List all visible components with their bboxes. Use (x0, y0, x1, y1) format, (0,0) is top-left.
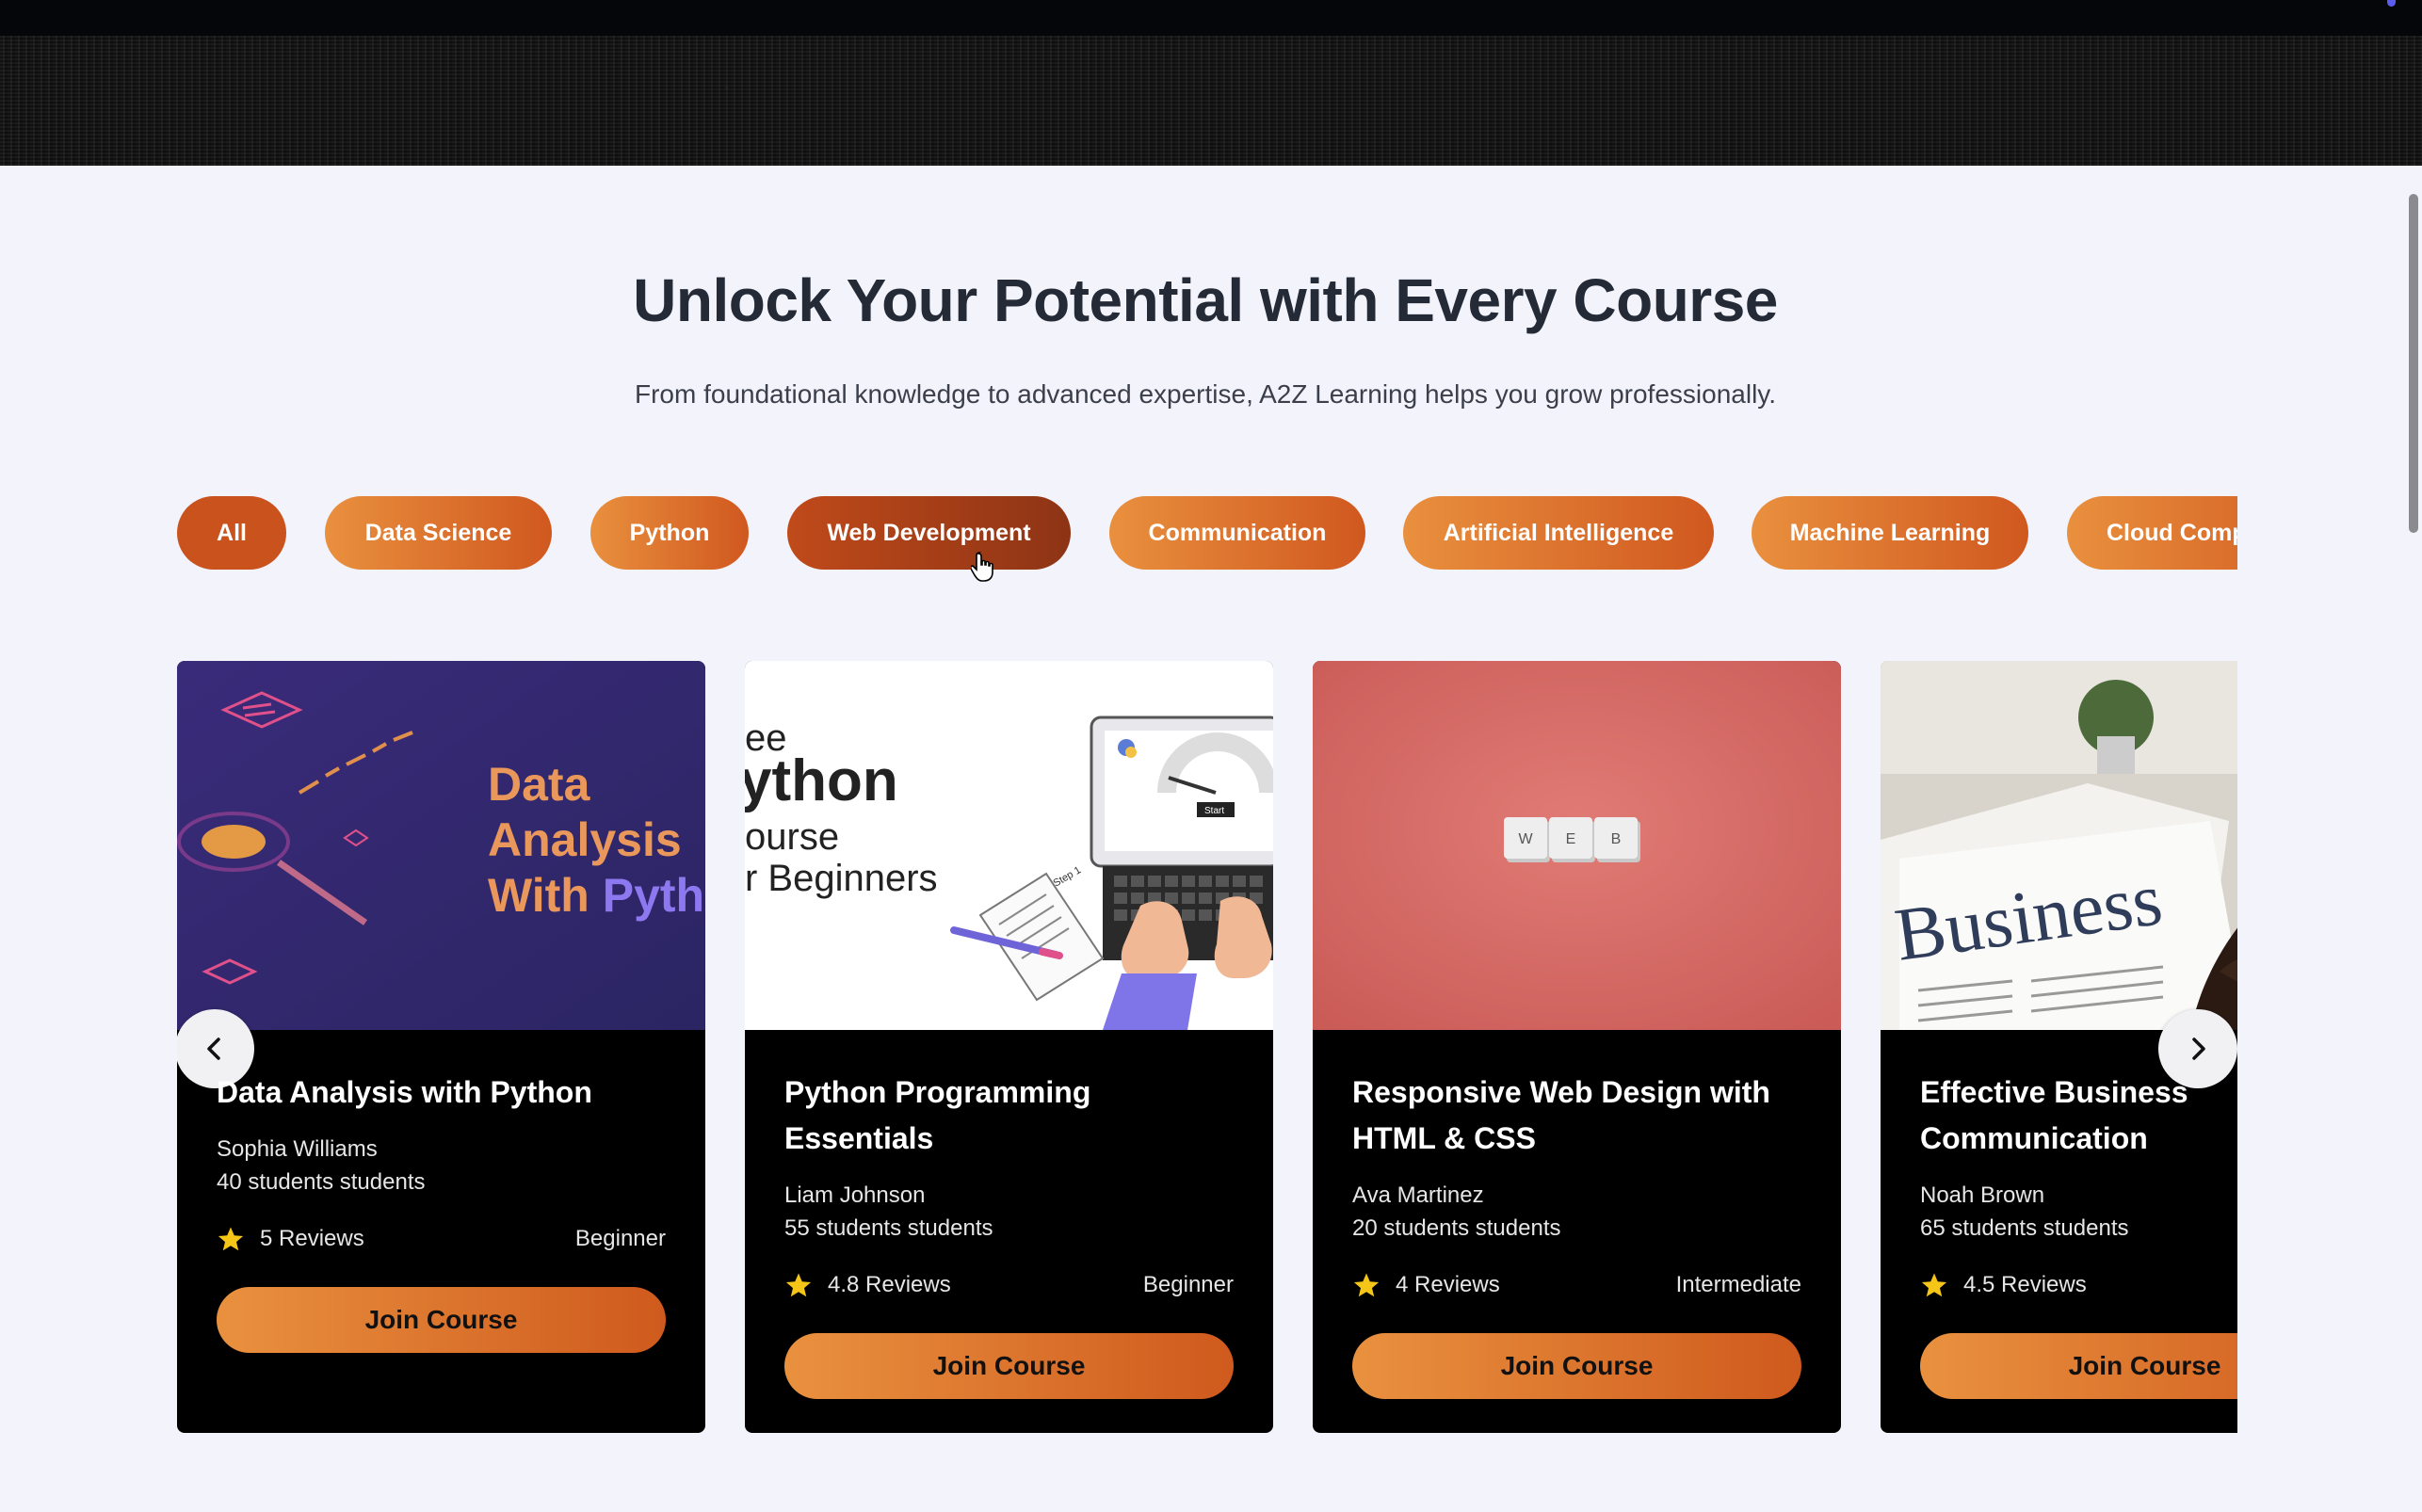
filter-all-button[interactable]: All (177, 496, 286, 570)
hero-banner-bottom (0, 36, 2422, 166)
scrollbar[interactable] (2403, 166, 2422, 1512)
image-caption: B (1611, 831, 1622, 847)
course-image-data-analysis: Data Analysis With Python (177, 661, 705, 1030)
join-course-button[interactable]: Join Course (1920, 1333, 2237, 1399)
student-count: 65 students students (1920, 1215, 2129, 1241)
filter-web-development-button[interactable]: Web Development (787, 496, 1071, 570)
course-carousel: Data Analysis With Python Data Analysis … (177, 661, 2237, 1433)
image-caption: r Beginners (745, 858, 938, 899)
star-icon (785, 1273, 812, 1297)
svg-text:With Python: With Python (488, 869, 705, 922)
filter-python-button[interactable]: Python (590, 496, 749, 570)
join-course-button[interactable]: Join Course (1352, 1333, 1801, 1399)
image-caption: Start (1204, 806, 1224, 816)
course-card: W E B Responsive Web Design with HTML & … (1313, 661, 1841, 1433)
level-badge: Intermediate (1675, 1272, 1801, 1297)
instructor-name: Sophia Williams (217, 1136, 378, 1162)
image-caption: Analysis (488, 813, 682, 866)
join-course-button[interactable]: Join Course (217, 1287, 666, 1353)
student-count: 20 students students (1352, 1215, 1561, 1241)
filter-cloud-computing-button[interactable]: Cloud Computing (2067, 496, 2237, 570)
image-caption: Data (488, 758, 591, 811)
section-subtitle: From foundational knowledge to advanced … (635, 379, 1776, 409)
course-image-web-design: W E B (1313, 661, 1841, 1030)
level-badge: Beginner (574, 1226, 666, 1251)
student-count: 55 students students (784, 1215, 993, 1241)
image-caption: With (488, 869, 603, 922)
review-count: 5 Reviews (260, 1226, 364, 1251)
course-card-body: Python Programming Essentials Liam Johns… (784, 1030, 1234, 1399)
filter-machine-learning-button[interactable]: Machine Learning (1752, 496, 2028, 570)
image-caption: E (1566, 831, 1576, 847)
course-card-body: Responsive Web Design with HTML & CSS Av… (1352, 1030, 1801, 1399)
hand-cursor-icon (971, 552, 993, 582)
carousel-next-button[interactable] (2158, 1009, 2237, 1088)
course-card: Data Analysis With Python Data Analysis … (177, 661, 705, 1433)
chevron-right-icon (2192, 1037, 2205, 1060)
course-card-body: Data Analysis with Python Sophia William… (217, 1030, 666, 1353)
image-caption: ourse (745, 816, 839, 858)
review-count: 4.5 Reviews (1963, 1272, 2087, 1297)
join-course-button[interactable]: Join Course (784, 1333, 1234, 1399)
instructor-name: Liam Johnson (784, 1182, 926, 1208)
course-title[interactable]: Python Programming Essentials (784, 1070, 1234, 1162)
image-caption: Python (603, 869, 705, 922)
image-caption: W (1518, 831, 1533, 847)
review-count: 4 Reviews (1396, 1272, 1500, 1297)
filter-artificial-intelligence-button[interactable]: Artificial Intelligence (1403, 496, 1714, 570)
filter-data-science-button[interactable]: Data Science (325, 496, 552, 570)
star-icon (218, 1227, 244, 1251)
top-bar (0, 0, 2422, 36)
instructor-name: Noah Brown (1920, 1182, 2045, 1208)
category-filter-bar: All Data Science Python Web Development … (177, 496, 2237, 570)
image-caption: ython (745, 748, 898, 813)
star-icon (1353, 1273, 1380, 1297)
scrollbar-thumb[interactable] (2409, 194, 2418, 533)
student-count: 40 students students (217, 1169, 426, 1195)
filter-communication-button[interactable]: Communication (1109, 496, 1365, 570)
star-icon (1921, 1273, 1947, 1297)
instructor-name: Ava Martinez (1352, 1182, 1484, 1208)
course-image-python: ee ython ourse r Beginners Start Step 1 (745, 661, 1273, 1030)
course-card: ee ython ourse r Beginners Start Step 1 … (745, 661, 1273, 1433)
course-title[interactable]: Responsive Web Design with HTML & CSS (1352, 1070, 1801, 1162)
review-count: 4.8 Reviews (828, 1272, 951, 1297)
indicator-dot (2387, 0, 2396, 7)
course-title[interactable]: Data Analysis with Python (217, 1070, 666, 1116)
section-title: Unlock Your Potential with Every Course (633, 266, 1778, 334)
course-image-business: Business (1881, 661, 2237, 1030)
level-badge: Beginner (1142, 1272, 1234, 1297)
